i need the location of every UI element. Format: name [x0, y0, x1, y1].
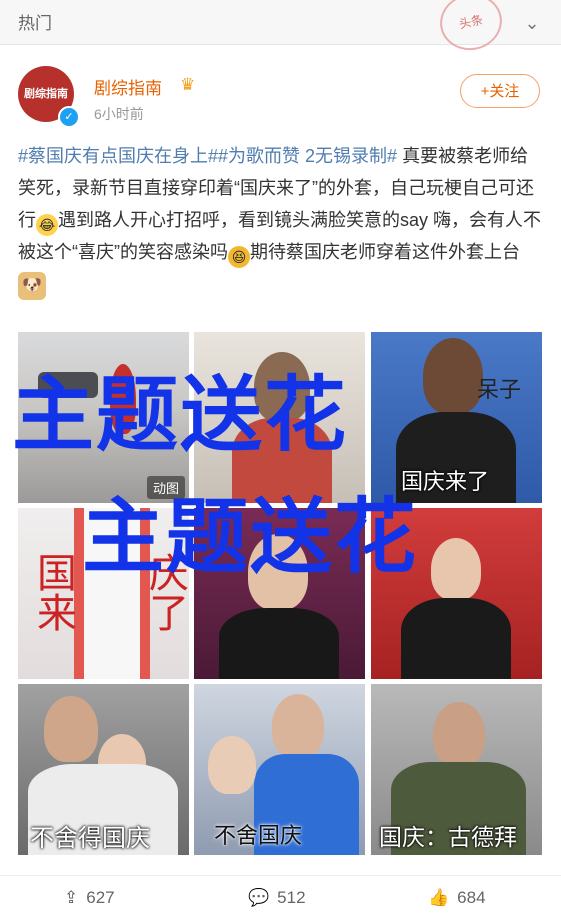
- chevron-down-icon[interactable]: ⌄: [521, 12, 543, 34]
- person-figure: [431, 538, 481, 600]
- top-bar: 热门 头条 ⌄: [0, 0, 561, 56]
- person-figure: [44, 696, 98, 762]
- person-figure: [423, 338, 483, 414]
- image-thumbnail[interactable]: 不舍国庆: [194, 684, 365, 855]
- image-caption: 不舍得国庆: [30, 825, 150, 852]
- image-caption: 国来: [31, 552, 75, 632]
- post-text-segment: 期待蔡国庆老师穿着这件外套上台: [250, 242, 520, 262]
- action-bar: ⇪ 627 💬 512 👍 684: [0, 875, 561, 920]
- feed-title[interactable]: 热门: [18, 9, 52, 34]
- repost-icon: ⇪: [64, 888, 79, 907]
- hashtag-link[interactable]: #为歌而赞 2无锡录制#: [218, 146, 397, 166]
- like-button[interactable]: 👍 684: [428, 876, 486, 920]
- post-time: 6小时前: [94, 106, 144, 122]
- follow-button[interactable]: +关注: [460, 74, 540, 108]
- image-caption: 国庆：古德拜: [379, 824, 517, 850]
- image-thumbnail[interactable]: 不舍得国庆: [18, 684, 189, 855]
- overlay-text: 主题送花: [12, 368, 349, 463]
- laugh-emoji-icon: 😂: [36, 214, 58, 236]
- image-thumbnail[interactable]: 国庆：古德拜: [371, 684, 542, 855]
- verified-icon: ✓: [58, 106, 80, 128]
- comment-icon: 💬: [248, 888, 270, 907]
- watermark-stamp: 头条: [434, 0, 508, 56]
- comment-button[interactable]: 💬 512: [248, 876, 306, 920]
- repost-button[interactable]: ⇪ 627: [64, 876, 115, 920]
- crown-icon: ♛: [180, 75, 196, 94]
- doge-emoji-icon: 🐶: [18, 272, 46, 300]
- person-figure: [208, 736, 256, 794]
- hashtag-link[interactable]: #蔡国庆有点国庆在身上#: [18, 146, 218, 166]
- thumbs-up-icon: 👍: [428, 888, 450, 907]
- image-grid: 动图 呆子 国庆来了 国来 庆了 不舍得国庆 不舍国庆 国庆：古德拜 主题送花 …: [12, 332, 542, 856]
- person-figure: [433, 702, 485, 766]
- repost-count: 627: [86, 888, 115, 907]
- image-caption: 不舍国庆: [214, 823, 303, 848]
- grin-emoji-icon: 😆: [228, 246, 250, 268]
- post-text: #蔡国庆有点国庆在身上##为歌而赞 2无锡录制# 真要被蔡老师给笑死，录新节目直…: [18, 140, 546, 300]
- author-name[interactable]: 剧综指南: [94, 74, 162, 99]
- person-figure: [272, 694, 324, 758]
- like-count: 684: [457, 888, 486, 907]
- overlay-text: 主题送花: [82, 490, 419, 585]
- image-caption: 呆子: [477, 377, 522, 402]
- comment-count: 512: [277, 888, 306, 907]
